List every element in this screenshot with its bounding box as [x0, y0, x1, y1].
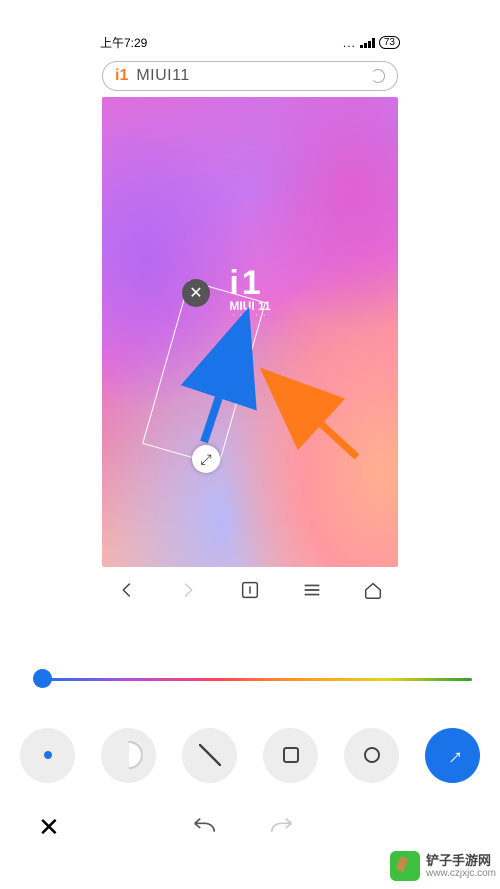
- inner-clock: 上午7:29: [100, 34, 147, 51]
- circle-icon: [364, 747, 380, 763]
- tool-dot[interactable]: [20, 728, 75, 783]
- screenshot-canvas[interactable]: i1 MIUI 11 · · · · · ✕ ⤢: [102, 97, 398, 567]
- shovel-icon: [390, 851, 420, 881]
- tool-row: →: [0, 725, 500, 785]
- tool-line[interactable]: [182, 728, 237, 783]
- close-icon: ✕: [189, 283, 202, 303]
- inner-search-text: MIUI11: [136, 67, 189, 85]
- nav-tabs-icon[interactable]: [239, 579, 261, 601]
- tool-rect[interactable]: [263, 728, 318, 783]
- signal-icon: [360, 38, 375, 48]
- inner-nav-bar: [90, 567, 410, 612]
- line-icon: [199, 744, 221, 766]
- tool-circle[interactable]: [344, 728, 399, 783]
- square-icon: [283, 747, 299, 763]
- selection-resize-handle[interactable]: ⤢: [192, 445, 220, 473]
- watermark-name: 铲子手游网: [426, 854, 496, 868]
- halfcircle-icon: [115, 741, 143, 769]
- inner-search-field[interactable]: i1 MIUI11: [102, 61, 398, 91]
- nav-forward-icon[interactable]: [177, 579, 199, 601]
- selection-box[interactable]: [142, 280, 266, 465]
- close-button[interactable]: ✕: [38, 812, 60, 843]
- redo-icon[interactable]: [268, 818, 296, 838]
- inner-status-bar: 上午7:29 ... 73: [90, 30, 410, 55]
- brush-size-slider-knob[interactable]: [33, 669, 52, 688]
- edit-preview-frame: 上午7:29 ... 73 i1 MIUI11 i1 MIUI 11 · · ·…: [90, 30, 410, 620]
- tool-share[interactable]: →: [425, 728, 480, 783]
- undo-icon[interactable]: [190, 818, 218, 838]
- nav-back-icon[interactable]: [116, 579, 138, 601]
- nav-menu-icon[interactable]: [301, 579, 323, 601]
- selection-delete-handle[interactable]: ✕: [182, 279, 210, 307]
- action-row: ✕: [0, 800, 500, 855]
- refresh-icon[interactable]: [371, 69, 385, 83]
- watermark-url: www.czjxjc.com: [426, 868, 496, 879]
- dot-icon: [44, 751, 52, 759]
- inner-status-right: ... 73: [343, 36, 400, 50]
- tool-soft[interactable]: [101, 728, 156, 783]
- miui-logo-icon: i1: [115, 67, 128, 85]
- share-arrow-icon: →: [436, 738, 470, 772]
- brush-size-slider-track[interactable]: [42, 678, 472, 681]
- resize-icon: ⤢: [200, 451, 211, 468]
- site-watermark: 铲子手游网 www.czjxjc.com: [390, 851, 496, 881]
- nav-home-icon[interactable]: [362, 579, 384, 601]
- battery-icon: 73: [379, 36, 400, 49]
